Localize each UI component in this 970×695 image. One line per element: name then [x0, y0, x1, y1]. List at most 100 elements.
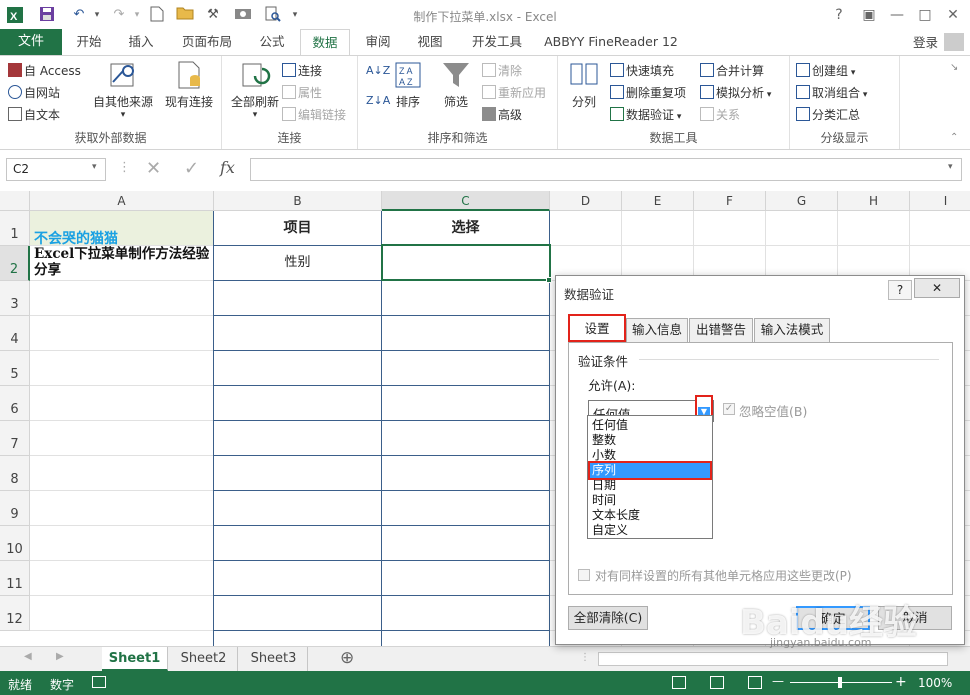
from-other-sources-button[interactable]: 自其他来源 ▾ [92, 60, 154, 120]
add-sheet-button[interactable]: ⊕ [340, 648, 354, 668]
tab-home[interactable]: 开始 [66, 29, 112, 55]
allow-dropdown-list[interactable]: 任何值 整数 小数 序列 日期 时间 文本长度 自定义 [587, 415, 713, 539]
row-header-2[interactable]: 2 [0, 246, 30, 281]
tab-formulas[interactable]: 公式 [250, 29, 294, 55]
fill-handle[interactable] [546, 277, 552, 283]
cell-b2[interactable]: 性别 [214, 246, 381, 280]
normal-view-icon[interactable] [672, 676, 686, 689]
tab-split-handle-icon[interactable]: ⋮ [580, 652, 590, 663]
row-header-3[interactable]: 3 [0, 281, 30, 316]
subtotal-button[interactable]: 分类汇总 [796, 106, 860, 123]
reapply-button[interactable]: 重新应用 [482, 84, 546, 101]
user-avatar-icon[interactable] [944, 33, 964, 51]
row-header-1[interactable]: 1 [0, 211, 30, 246]
expand-icon[interactable]: ↘ [950, 62, 958, 73]
clear-all-button[interactable]: 全部清除(C) [568, 606, 648, 630]
dialog-tab-input-message[interactable]: 输入信息 [626, 318, 688, 342]
column-header-h[interactable]: H [838, 191, 910, 211]
from-web-button[interactable]: 自网站 [8, 84, 60, 101]
column-header-d[interactable]: D [550, 191, 622, 211]
sheet-tab-sheet3[interactable]: Sheet3 [240, 647, 308, 671]
row-header-8[interactable]: 8 [0, 456, 30, 491]
sort-desc-icon[interactable]: Z↓A [366, 94, 390, 107]
text-to-columns-button[interactable]: 分列 [564, 60, 604, 110]
select-all-corner[interactable] [0, 191, 30, 211]
from-text-button[interactable]: 自文本 [8, 106, 60, 123]
page-break-view-icon[interactable] [748, 676, 762, 689]
enter-check-icon[interactable]: ✓ [184, 158, 199, 179]
login-link[interactable]: 登录 [913, 32, 938, 51]
page-layout-view-icon[interactable] [710, 676, 724, 689]
tab-data[interactable]: 数据 [300, 29, 350, 55]
row-header-10[interactable]: 10 [0, 526, 30, 561]
restore-button[interactable]: □ [914, 5, 936, 25]
cell-c1[interactable]: 选择 [382, 211, 549, 245]
horizontal-scrollbar[interactable] [598, 652, 948, 666]
help-button[interactable]: ? [828, 5, 850, 25]
existing-connections-button[interactable]: 现有连接 [160, 60, 218, 110]
zoom-slider-thumb[interactable] [838, 677, 842, 688]
sheet-tab-sheet1[interactable]: Sheet1 [102, 647, 168, 671]
tab-insert[interactable]: 插入 [118, 29, 164, 55]
option-date[interactable]: 日期 [590, 478, 710, 493]
active-cell-c2[interactable] [381, 244, 551, 281]
next-sheet-icon[interactable]: ▶ [56, 651, 64, 662]
tab-developer[interactable]: 开发工具 [462, 29, 532, 55]
insert-function-icon[interactable]: fx [220, 158, 235, 177]
close-button[interactable]: ✕ [942, 5, 964, 25]
row-header-7[interactable]: 7 [0, 421, 30, 456]
dialog-tab-settings[interactable]: 设置 [568, 314, 626, 342]
clear-filter-button[interactable]: 清除 [482, 62, 522, 79]
edit-links-button[interactable]: 编辑链接 [282, 106, 346, 123]
ribbon-display-button[interactable]: ▣ [858, 5, 880, 25]
column-header-e[interactable]: E [622, 191, 694, 211]
what-if-button[interactable]: 模拟分析 ▾ [700, 84, 771, 101]
sort-asc-icon[interactable]: A↓Z [366, 64, 390, 77]
relationships-button[interactable]: 关系 [700, 106, 740, 123]
row-header-12[interactable]: 12 [0, 596, 30, 631]
refresh-all-button[interactable]: 全部刷新 ▾ [226, 60, 284, 120]
dialog-tab-ime-mode[interactable]: 输入法模式 [754, 318, 830, 342]
advanced-filter-button[interactable]: 高级 [482, 106, 522, 123]
tab-file[interactable]: 文件 [0, 29, 62, 55]
name-box[interactable]: C2 [6, 158, 106, 181]
option-text-length[interactable]: 文本长度 [590, 508, 710, 523]
column-header-g[interactable]: G [766, 191, 838, 211]
data-validation-button[interactable]: 数据验证 ▾ [610, 106, 681, 123]
ignore-blank-checkbox[interactable]: ✓ [723, 403, 735, 415]
name-box-dropdown-icon[interactable]: ▾ [92, 162, 97, 172]
connections-button[interactable]: 连接 [282, 62, 322, 79]
row-header-6[interactable]: 6 [0, 386, 30, 421]
flash-fill-button[interactable]: 快速填充 [610, 62, 674, 79]
column-header-a[interactable]: A [30, 191, 214, 211]
column-header-b[interactable]: B [214, 191, 382, 211]
zoom-level[interactable]: 100% [918, 676, 952, 690]
minimize-button[interactable]: — [886, 5, 908, 25]
group-button[interactable]: 创建组 ▾ [796, 62, 855, 79]
column-header-f[interactable]: F [694, 191, 766, 211]
macro-record-icon[interactable] [92, 676, 106, 688]
formula-input[interactable] [250, 158, 962, 181]
prev-sheet-icon[interactable]: ◀ [24, 651, 32, 662]
column-header-c[interactable]: C [382, 191, 550, 211]
properties-button[interactable]: 属性 [282, 84, 322, 101]
row-header-4[interactable]: 4 [0, 316, 30, 351]
collapse-ribbon-icon[interactable]: ⌃ [950, 132, 958, 143]
remove-duplicates-button[interactable]: 删除重复项 [610, 84, 686, 101]
option-any[interactable]: 任何值 [590, 418, 710, 433]
row-header-5[interactable]: 5 [0, 351, 30, 386]
option-custom[interactable]: 自定义 [590, 523, 710, 538]
option-whole-number[interactable]: 整数 [590, 433, 710, 448]
cancel-icon[interactable]: ✕ [146, 158, 161, 179]
column-header-i[interactable]: I [910, 191, 970, 211]
zoom-in-button[interactable]: + [895, 674, 907, 690]
from-access-button[interactable]: 自 Access [8, 62, 81, 79]
zoom-out-button[interactable]: — [772, 674, 784, 688]
tab-view[interactable]: 视图 [408, 29, 452, 55]
dialog-close-button[interactable]: ✕ [914, 278, 960, 298]
dialog-help-button[interactable]: ? [888, 280, 912, 300]
tab-abbyy[interactable]: ABBYY FineReader 12 [540, 29, 682, 55]
row-header-9[interactable]: 9 [0, 491, 30, 526]
sheet-tab-sheet2[interactable]: Sheet2 [170, 647, 238, 671]
sort-button[interactable]: Z AA Z 排序 [390, 60, 426, 110]
